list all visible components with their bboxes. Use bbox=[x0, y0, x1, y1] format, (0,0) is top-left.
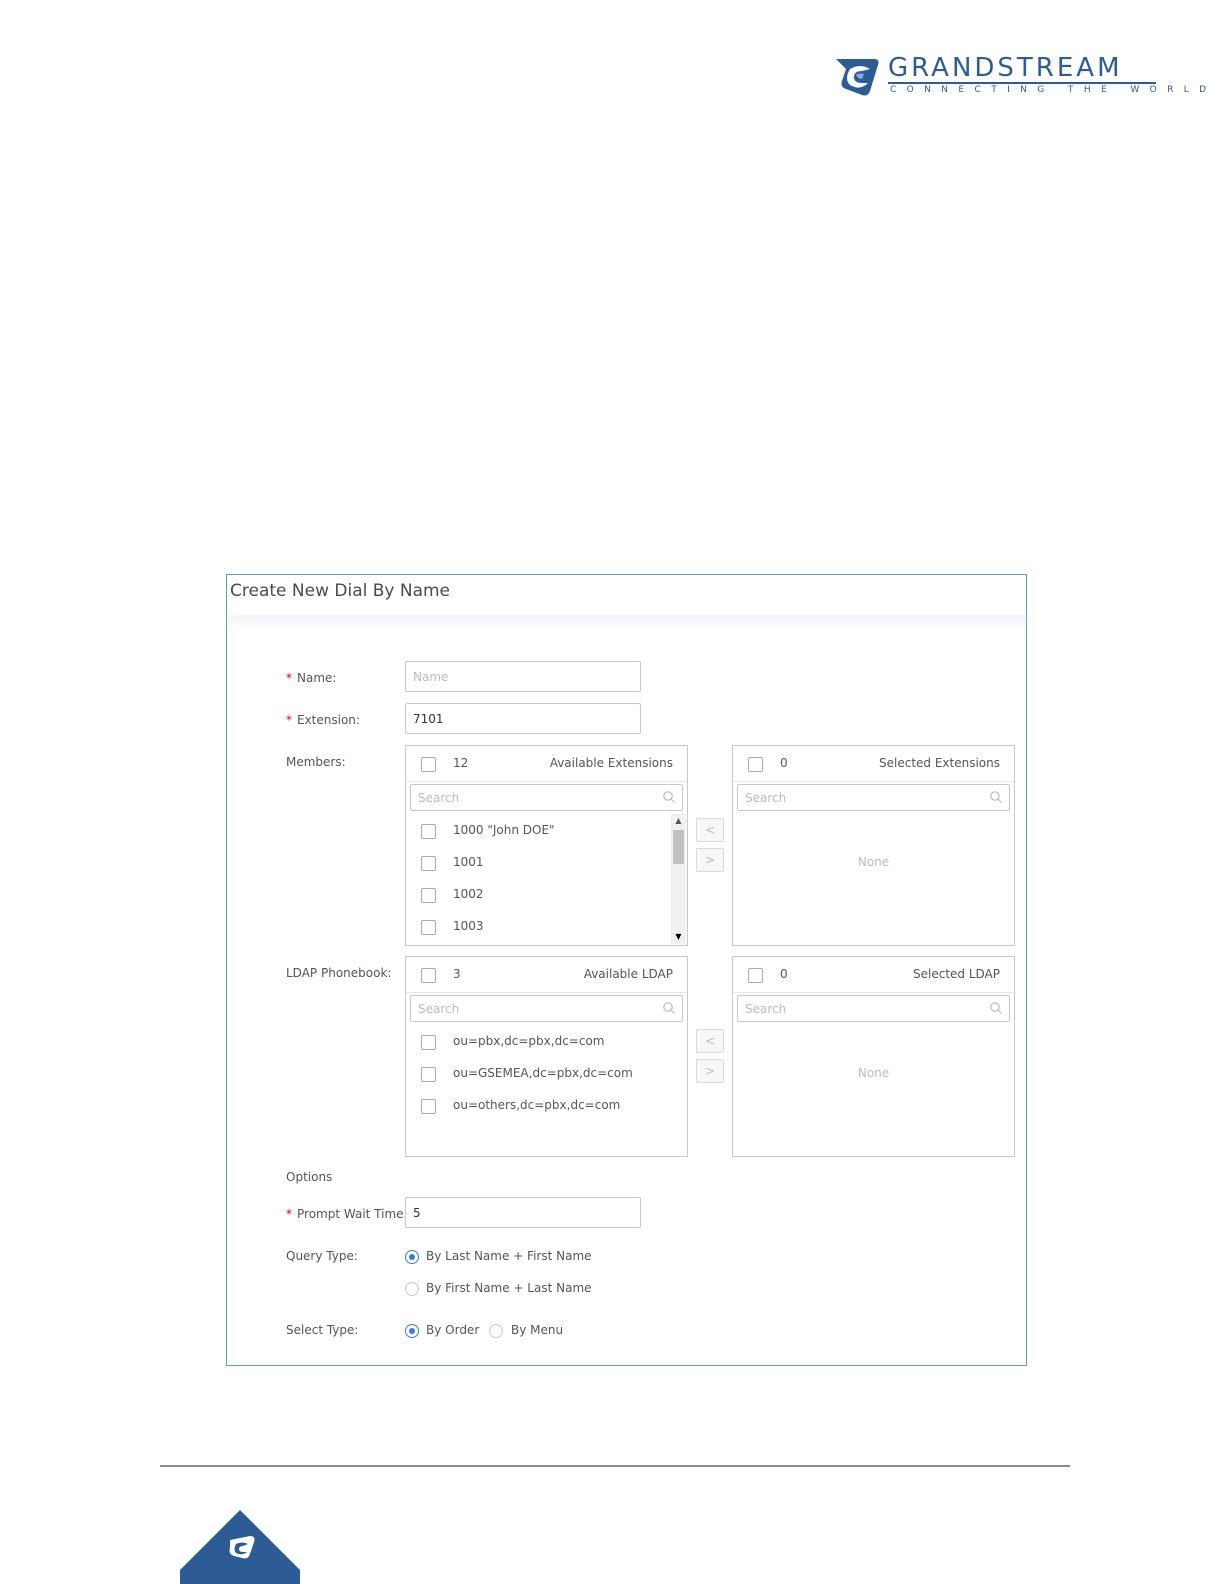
members-label: Members: bbox=[286, 755, 346, 769]
grandstream-logo: GRANDSTREAM CONNECTING THE WORLD bbox=[834, 53, 1206, 99]
available-ldap-header: 3 Available LDAP bbox=[406, 957, 687, 993]
select-all-selected-ldap-checkbox[interactable] bbox=[748, 968, 763, 983]
name-label: * Name: bbox=[286, 671, 337, 685]
empty-list-text: None bbox=[857, 855, 890, 869]
brand-tagline: CONNECTING THE WORLD bbox=[890, 85, 1217, 95]
search-icon bbox=[663, 1002, 675, 1014]
extension-label: * Extension: bbox=[286, 713, 360, 727]
scroll-down-icon[interactable]: ▼ bbox=[671, 930, 686, 944]
selected-extensions-count: 0 bbox=[780, 756, 788, 770]
required-mark: * bbox=[286, 713, 292, 727]
empty-list-text: None bbox=[857, 1066, 890, 1080]
create-dial-by-name-dialog: Create New Dial By Name *Name: *Extensio… bbox=[226, 574, 1027, 1366]
search-icon bbox=[990, 1002, 1002, 1014]
select-all-ldap-checkbox[interactable] bbox=[421, 968, 436, 983]
selected-ldap-title: Selected LDAP bbox=[913, 967, 1000, 981]
list-item[interactable]: ou=others,dc=pbx,dc=com bbox=[406, 1090, 671, 1122]
available-extensions-search[interactable]: Search bbox=[410, 784, 683, 811]
selected-ldap-count: 0 bbox=[780, 967, 788, 981]
extensions-scrollbar[interactable]: ▲ ▼ bbox=[671, 814, 686, 944]
available-extensions-title: Available Extensions bbox=[549, 756, 673, 770]
selected-extensions-search[interactable]: Search bbox=[737, 784, 1010, 811]
query-type-last-first-radio[interactable] bbox=[405, 1250, 419, 1264]
select-type-by-order-radio[interactable] bbox=[405, 1324, 419, 1338]
available-ldap-box: 3 Available LDAP Search ou=pbx,dc=pbx,dc… bbox=[405, 956, 688, 1157]
list-item[interactable]: ou=GSEMEA,dc=pbx,dc=com bbox=[406, 1058, 671, 1090]
list-item[interactable]: 1002 bbox=[406, 879, 671, 911]
select-type-by-menu-label[interactable]: By Menu bbox=[511, 1323, 563, 1337]
footer-divider bbox=[160, 1465, 1070, 1467]
move-right-button[interactable]: > bbox=[696, 848, 724, 872]
selected-extensions-header: 0 Selected Extensions bbox=[733, 746, 1014, 782]
select-type-by-order-label[interactable]: By Order bbox=[426, 1323, 479, 1337]
footer-logo-icon bbox=[180, 1510, 300, 1584]
grandstream-logo-icon bbox=[836, 59, 879, 96]
item-checkbox[interactable] bbox=[421, 824, 436, 839]
select-type-label: Select Type: bbox=[286, 1323, 359, 1337]
item-checkbox[interactable] bbox=[421, 856, 436, 871]
query-type-label: Query Type: bbox=[286, 1249, 358, 1263]
dialog-header-band bbox=[227, 615, 1026, 631]
query-type-first-last-label[interactable]: By First Name + Last Name bbox=[426, 1281, 592, 1295]
search-icon bbox=[990, 791, 1002, 803]
brand-name: GRANDSTREAM bbox=[888, 53, 1123, 83]
name-input[interactable] bbox=[405, 661, 641, 692]
list-item[interactable]: 1003 bbox=[406, 911, 671, 943]
selected-extensions-title: Selected Extensions bbox=[879, 756, 1000, 770]
extension-input[interactable] bbox=[405, 703, 641, 734]
select-all-selected-extensions-checkbox[interactable] bbox=[748, 757, 763, 772]
item-checkbox[interactable] bbox=[421, 1099, 436, 1114]
required-mark: * bbox=[286, 671, 292, 685]
item-checkbox[interactable] bbox=[421, 920, 436, 935]
item-checkbox[interactable] bbox=[421, 1035, 436, 1050]
select-type-by-menu-radio[interactable] bbox=[489, 1324, 503, 1338]
selected-extensions-box: 0 Selected Extensions Search None bbox=[732, 745, 1015, 946]
query-type-last-first-label[interactable]: By Last Name + First Name bbox=[426, 1249, 592, 1263]
list-item[interactable]: 1000 "John DOE" bbox=[406, 815, 671, 847]
available-ldap-title: Available LDAP bbox=[583, 967, 673, 981]
list-item[interactable]: 1001 bbox=[406, 847, 671, 879]
selected-ldap-search[interactable]: Search bbox=[737, 995, 1010, 1022]
scroll-up-icon[interactable]: ▲ bbox=[671, 814, 686, 828]
available-ldap-count: 3 bbox=[453, 967, 461, 981]
required-mark: * bbox=[286, 1207, 292, 1221]
scroll-thumb[interactable] bbox=[673, 830, 684, 864]
query-type-first-last-radio[interactable] bbox=[405, 1282, 419, 1296]
item-checkbox[interactable] bbox=[421, 888, 436, 903]
available-extensions-box: 12 Available Extensions Search 1000 "Joh… bbox=[405, 745, 688, 946]
item-checkbox[interactable] bbox=[421, 1067, 436, 1082]
available-extensions-header: 12 Available Extensions bbox=[406, 746, 687, 782]
move-ldap-right-button[interactable]: > bbox=[696, 1059, 724, 1083]
dialog-title: Create New Dial By Name bbox=[230, 581, 451, 601]
prompt-wait-time-input[interactable] bbox=[405, 1197, 641, 1228]
move-ldap-left-button[interactable]: < bbox=[696, 1029, 724, 1053]
selected-ldap-header: 0 Selected LDAP bbox=[733, 957, 1014, 993]
ldap-phonebook-label: LDAP Phonebook: bbox=[286, 966, 392, 980]
options-section-label: Options bbox=[286, 1170, 333, 1184]
list-item[interactable]: ou=pbx,dc=pbx,dc=com bbox=[406, 1026, 671, 1058]
prompt-wait-time-label: * Prompt Wait Time... bbox=[286, 1207, 415, 1221]
available-ldap-search[interactable]: Search bbox=[410, 995, 683, 1022]
select-all-extensions-checkbox[interactable] bbox=[421, 757, 436, 772]
selected-ldap-box: 0 Selected LDAP Search None bbox=[732, 956, 1015, 1157]
search-icon bbox=[663, 791, 675, 803]
move-left-button[interactable]: < bbox=[696, 818, 724, 842]
available-extensions-count: 12 bbox=[453, 756, 469, 770]
